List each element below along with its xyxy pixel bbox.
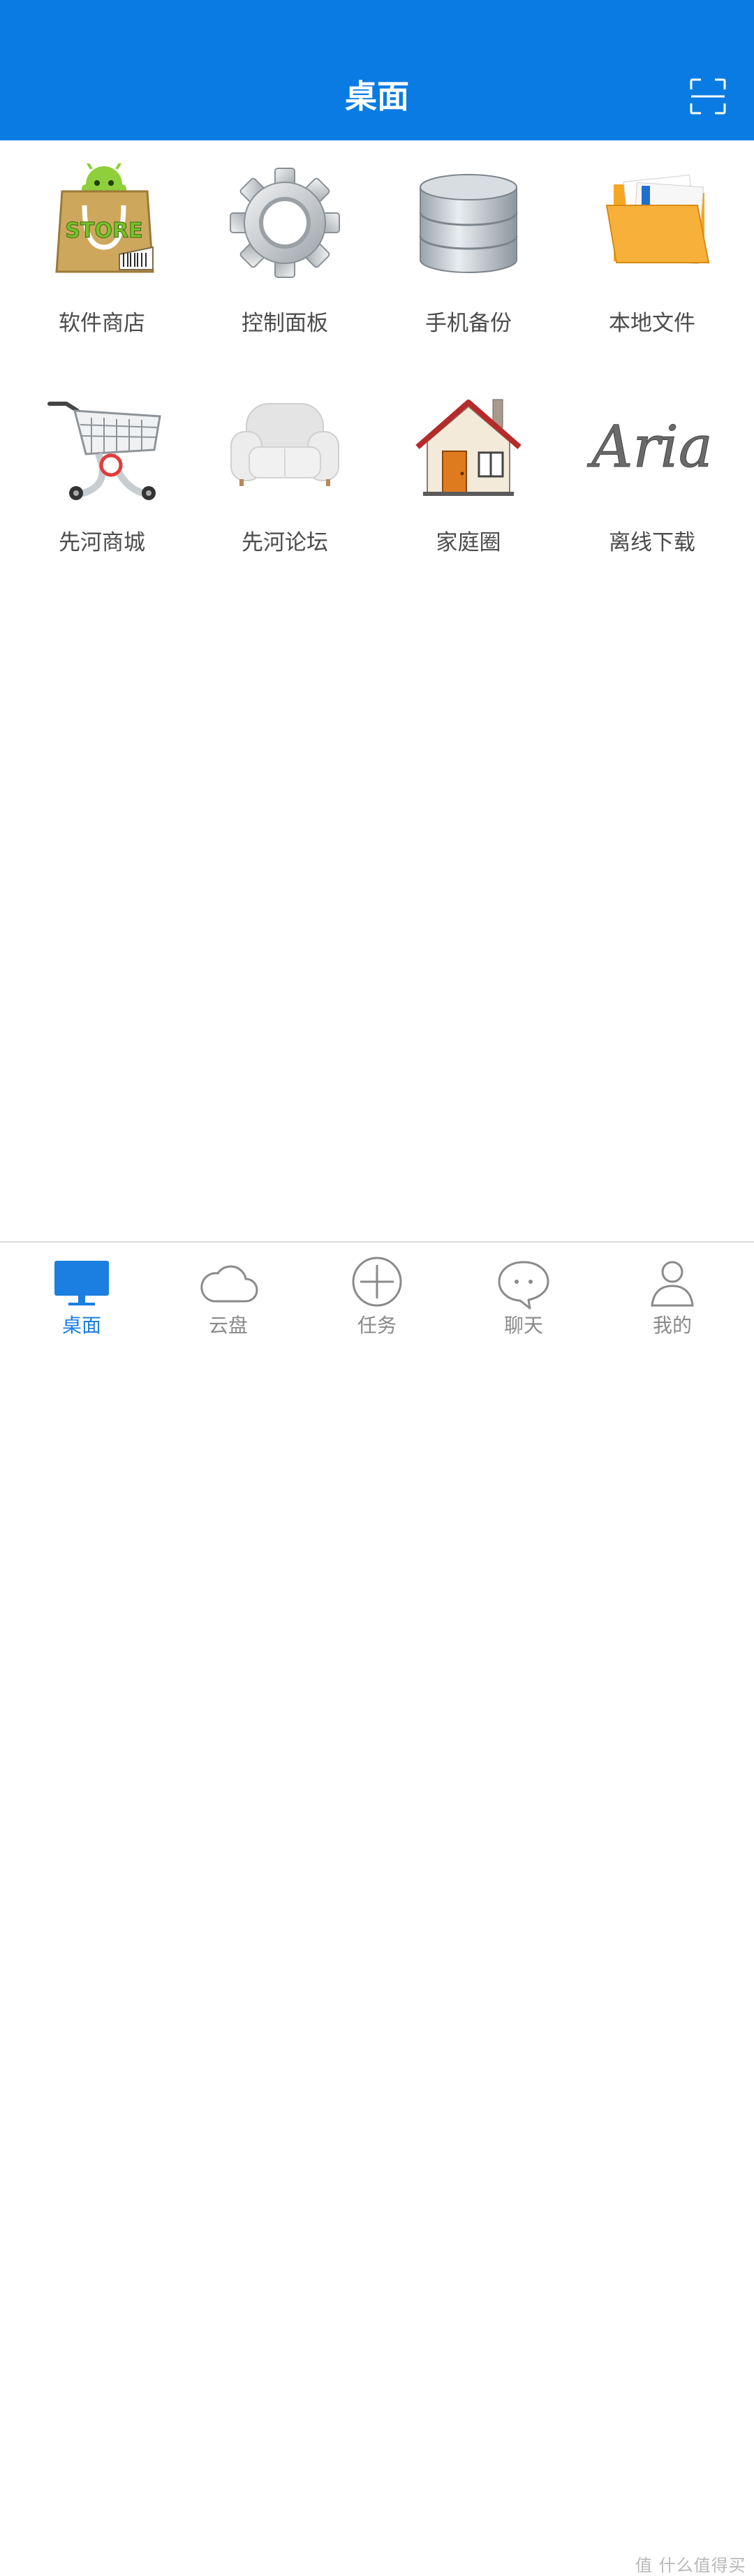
- app-label: 本地文件: [609, 311, 695, 336]
- folder-icon: [605, 175, 710, 265]
- tab-label: 聊天: [503, 1314, 543, 1337]
- page-title: 桌面: [345, 78, 409, 115]
- tab-label: 我的: [652, 1314, 692, 1337]
- app-label: 手机备份: [425, 311, 512, 336]
- tab-label: 任务: [357, 1314, 397, 1337]
- app-control-panel[interactable]: 控制面板: [193, 140, 376, 350]
- bottom-tab-bar: 桌面 云盘 任务 聊天 我的 值 什么值得买: [0, 1241, 754, 2575]
- svg-text:Aria: Aria: [586, 414, 713, 481]
- tab-desktop[interactable]: 桌面: [8, 1243, 155, 1342]
- app-label: 软件商店: [59, 311, 145, 336]
- user-icon: [651, 1261, 694, 1307]
- app-xianhe-mall[interactable]: 先河商城: [10, 360, 193, 569]
- top-header: 桌面: [0, 0, 754, 140]
- app-family-circle[interactable]: 家庭圈: [377, 360, 560, 569]
- app-offline-download[interactable]: Aria 离线下载: [561, 360, 744, 569]
- gear-icon: [230, 168, 340, 278]
- plus-circle-icon: [352, 1257, 402, 1307]
- tab-chat[interactable]: 聊天: [450, 1243, 597, 1342]
- aria-logo-icon: Aria: [586, 414, 714, 481]
- house-icon: [415, 399, 522, 496]
- tab-profile[interactable]: 我的: [599, 1243, 746, 1342]
- app-label: 家庭圈: [436, 530, 501, 555]
- app-software-store[interactable]: STORE 软件商店: [10, 140, 193, 350]
- tab-label: 桌面: [61, 1314, 101, 1337]
- store-bag-icon: STORE: [55, 163, 154, 273]
- app-phone-backup[interactable]: 手机备份: [377, 140, 560, 350]
- watermark: 值 什么值得买: [635, 2556, 746, 2575]
- app-label: 控制面板: [242, 311, 328, 336]
- tab-cloud[interactable]: 云盘: [155, 1243, 302, 1342]
- app-label: 离线下载: [609, 530, 695, 555]
- database-icon: [419, 174, 518, 273]
- tab-label: 云盘: [208, 1314, 248, 1337]
- app-local-files[interactable]: 本地文件: [561, 140, 744, 350]
- app-xianhe-forum[interactable]: 先河论坛: [193, 360, 376, 569]
- app-label: 先河论坛: [242, 530, 328, 555]
- cloud-icon: [200, 1265, 258, 1303]
- svg-text:STORE: STORE: [65, 219, 142, 243]
- tab-tasks[interactable]: 任务: [304, 1243, 450, 1342]
- app-label: 先河商城: [59, 530, 145, 555]
- chat-bubble-icon: [498, 1261, 549, 1310]
- desktop-icon: [54, 1261, 109, 1305]
- shopping-cart-icon: [47, 402, 161, 500]
- sofa-icon: [230, 403, 339, 486]
- scan-icon[interactable]: [690, 78, 726, 115]
